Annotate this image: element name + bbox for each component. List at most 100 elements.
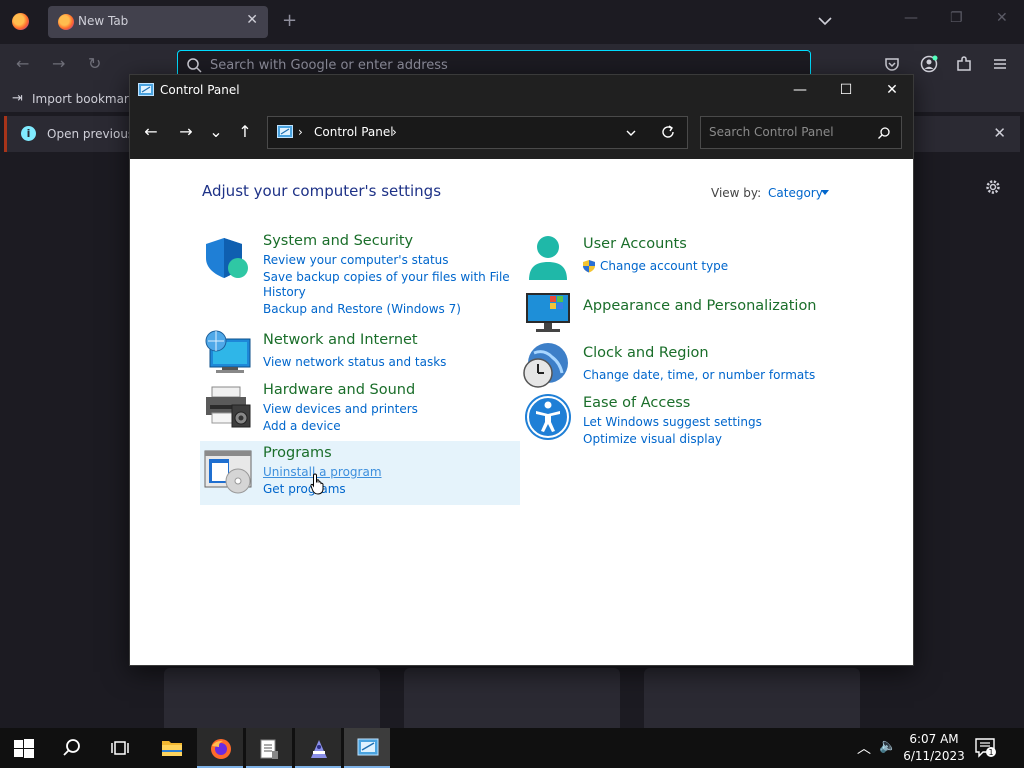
search-icon [187, 58, 202, 73]
user-icon [529, 236, 567, 280]
link-optimize-visual-display[interactable]: Optimize visual display [583, 432, 722, 447]
control-panel-icon [357, 738, 379, 756]
search-button[interactable] [49, 728, 95, 768]
link-network-status[interactable]: View network status and tasks [263, 355, 446, 370]
forward-button[interactable]: → [176, 122, 196, 142]
chevron-down-icon[interactable] [624, 126, 638, 140]
back-icon[interactable]: ← [16, 54, 29, 73]
monitor-palette-icon [526, 293, 570, 332]
search-placeholder: Search Control Panel [709, 125, 834, 139]
top-site-tile[interactable] [404, 668, 620, 728]
control-panel-taskbar-button[interactable] [344, 728, 390, 768]
link-get-programs[interactable]: Get programs [263, 482, 346, 497]
show-hidden-icons-chevron[interactable]: ︿ [857, 738, 871, 758]
link-review-status[interactable]: Review your computer's status [263, 253, 449, 268]
search-icon[interactable] [877, 126, 891, 140]
browser-close-button[interactable]: ✕ [996, 10, 1008, 26]
control-panel-content: Adjust your computer's settings View by:… [130, 159, 913, 665]
minimize-button[interactable]: — [777, 75, 823, 105]
clock-time[interactable]: 6:07 AM [908, 732, 960, 746]
firefox-icon [211, 739, 231, 759]
top-site-tile[interactable] [164, 668, 380, 728]
reload-icon[interactable]: ↻ [88, 54, 101, 73]
category-title[interactable]: Network and Internet [263, 332, 418, 348]
windows-logo-icon [14, 739, 34, 758]
up-button[interactable]: ↑ [235, 122, 255, 142]
pocket-icon[interactable] [883, 55, 901, 73]
extensions-icon[interactable] [955, 55, 973, 73]
breadcrumb-separator[interactable]: › [298, 125, 303, 139]
link-change-date-time[interactable]: Change date, time, or number formats [583, 368, 815, 383]
start-button[interactable] [0, 728, 46, 768]
breadcrumb-separator[interactable]: › [392, 125, 397, 139]
browser-restore-button[interactable]: ❐ [950, 10, 963, 26]
new-tab-button[interactable]: + [282, 10, 297, 31]
forward-icon[interactable]: → [52, 54, 65, 73]
control-panel-window: Control Panel — ☐ ✕ ← → ⌄ ↑ › Control Pa… [129, 74, 914, 666]
category-title[interactable]: User Accounts [583, 236, 687, 252]
notification-close-icon[interactable]: ✕ [993, 124, 1006, 142]
breadcrumb-control-panel[interactable]: Control Panel [314, 125, 394, 139]
link-add-device[interactable]: Add a device [263, 419, 341, 434]
browser-minimize-button[interactable]: — [904, 10, 918, 26]
firefox-view-icon[interactable] [12, 13, 29, 30]
view-by-dropdown[interactable]: Category [768, 186, 823, 200]
uac-shield-icon [583, 260, 595, 273]
link-backup-restore[interactable]: Backup and Restore (Windows 7) [263, 302, 461, 317]
shield-icon [206, 238, 248, 278]
link-save-backup-copies[interactable]: Save backup copies of your files with Fi… [263, 270, 510, 285]
search-icon [63, 739, 80, 756]
hand-cursor-icon [310, 473, 324, 495]
category-title[interactable]: Ease of Access [583, 395, 690, 411]
accessibility-icon [525, 394, 571, 440]
refresh-icon[interactable] [660, 124, 676, 140]
taskbar: ︿ 🔈 6:07 AM 6/11/2023 1 [0, 728, 1024, 768]
category-title[interactable]: Clock and Region [583, 345, 709, 361]
address-toolbar: ← → ⌄ ↑ › Control Panel › Search Control… [130, 105, 913, 159]
list-all-tabs-icon[interactable] [816, 12, 834, 30]
link-save-backup-copies-cont[interactable]: History [263, 285, 306, 300]
info-icon: i [21, 126, 36, 141]
notepad-icon [260, 739, 278, 759]
task-view-icon [111, 741, 129, 755]
file-explorer-button[interactable] [148, 728, 194, 768]
address-bar[interactable]: › Control Panel › [267, 116, 688, 149]
control-panel-icon [138, 83, 154, 96]
menu-icon[interactable] [991, 55, 1009, 73]
clock-globe-icon [523, 343, 568, 388]
top-site-tile[interactable] [644, 668, 860, 728]
import-icon: ⇥ [12, 91, 23, 106]
control-panel-icon [277, 125, 293, 138]
category-title[interactable]: System and Security [263, 233, 413, 249]
search-input[interactable]: Search Control Panel [700, 116, 902, 149]
clock-date[interactable]: 6/11/2023 [903, 749, 965, 763]
notepad-taskbar-button[interactable] [246, 728, 292, 768]
firefox-taskbar-button[interactable] [197, 728, 243, 768]
tab-close-icon[interactable]: ✕ [246, 12, 258, 28]
category-title[interactable]: Appearance and Personalization [583, 298, 817, 314]
app-taskbar-button[interactable] [295, 728, 341, 768]
maximize-button[interactable]: ☐ [823, 75, 869, 105]
category-title[interactable]: Hardware and Sound [263, 382, 415, 398]
gear-icon[interactable] [984, 178, 1002, 196]
volume-icon[interactable]: 🔈 [879, 738, 896, 754]
account-icon[interactable] [920, 55, 938, 73]
programs-icon [204, 450, 252, 494]
category-title[interactable]: Programs [263, 445, 332, 461]
close-button[interactable]: ✕ [869, 75, 915, 105]
link-change-account-type[interactable]: Change account type [600, 259, 728, 274]
caret-down-icon[interactable] [821, 190, 829, 195]
back-button[interactable]: ← [141, 122, 161, 142]
task-view-button[interactable] [97, 728, 143, 768]
view-by-label: View by: [711, 186, 762, 200]
link-view-devices-printers[interactable]: View devices and printers [263, 402, 418, 417]
control-panel-titlebar[interactable]: Control Panel — ☐ ✕ [130, 75, 913, 105]
app-icon [311, 740, 327, 758]
recent-locations-button[interactable]: ⌄ [206, 122, 226, 142]
browser-tab-new-tab[interactable]: New Tab ✕ [48, 6, 268, 38]
tab-title: New Tab [78, 14, 129, 28]
network-globe-icon [205, 330, 251, 373]
action-center-icon[interactable]: 1 [975, 738, 997, 758]
link-let-windows-suggest[interactable]: Let Windows suggest settings [583, 415, 762, 430]
notification-count: 1 [988, 748, 993, 757]
